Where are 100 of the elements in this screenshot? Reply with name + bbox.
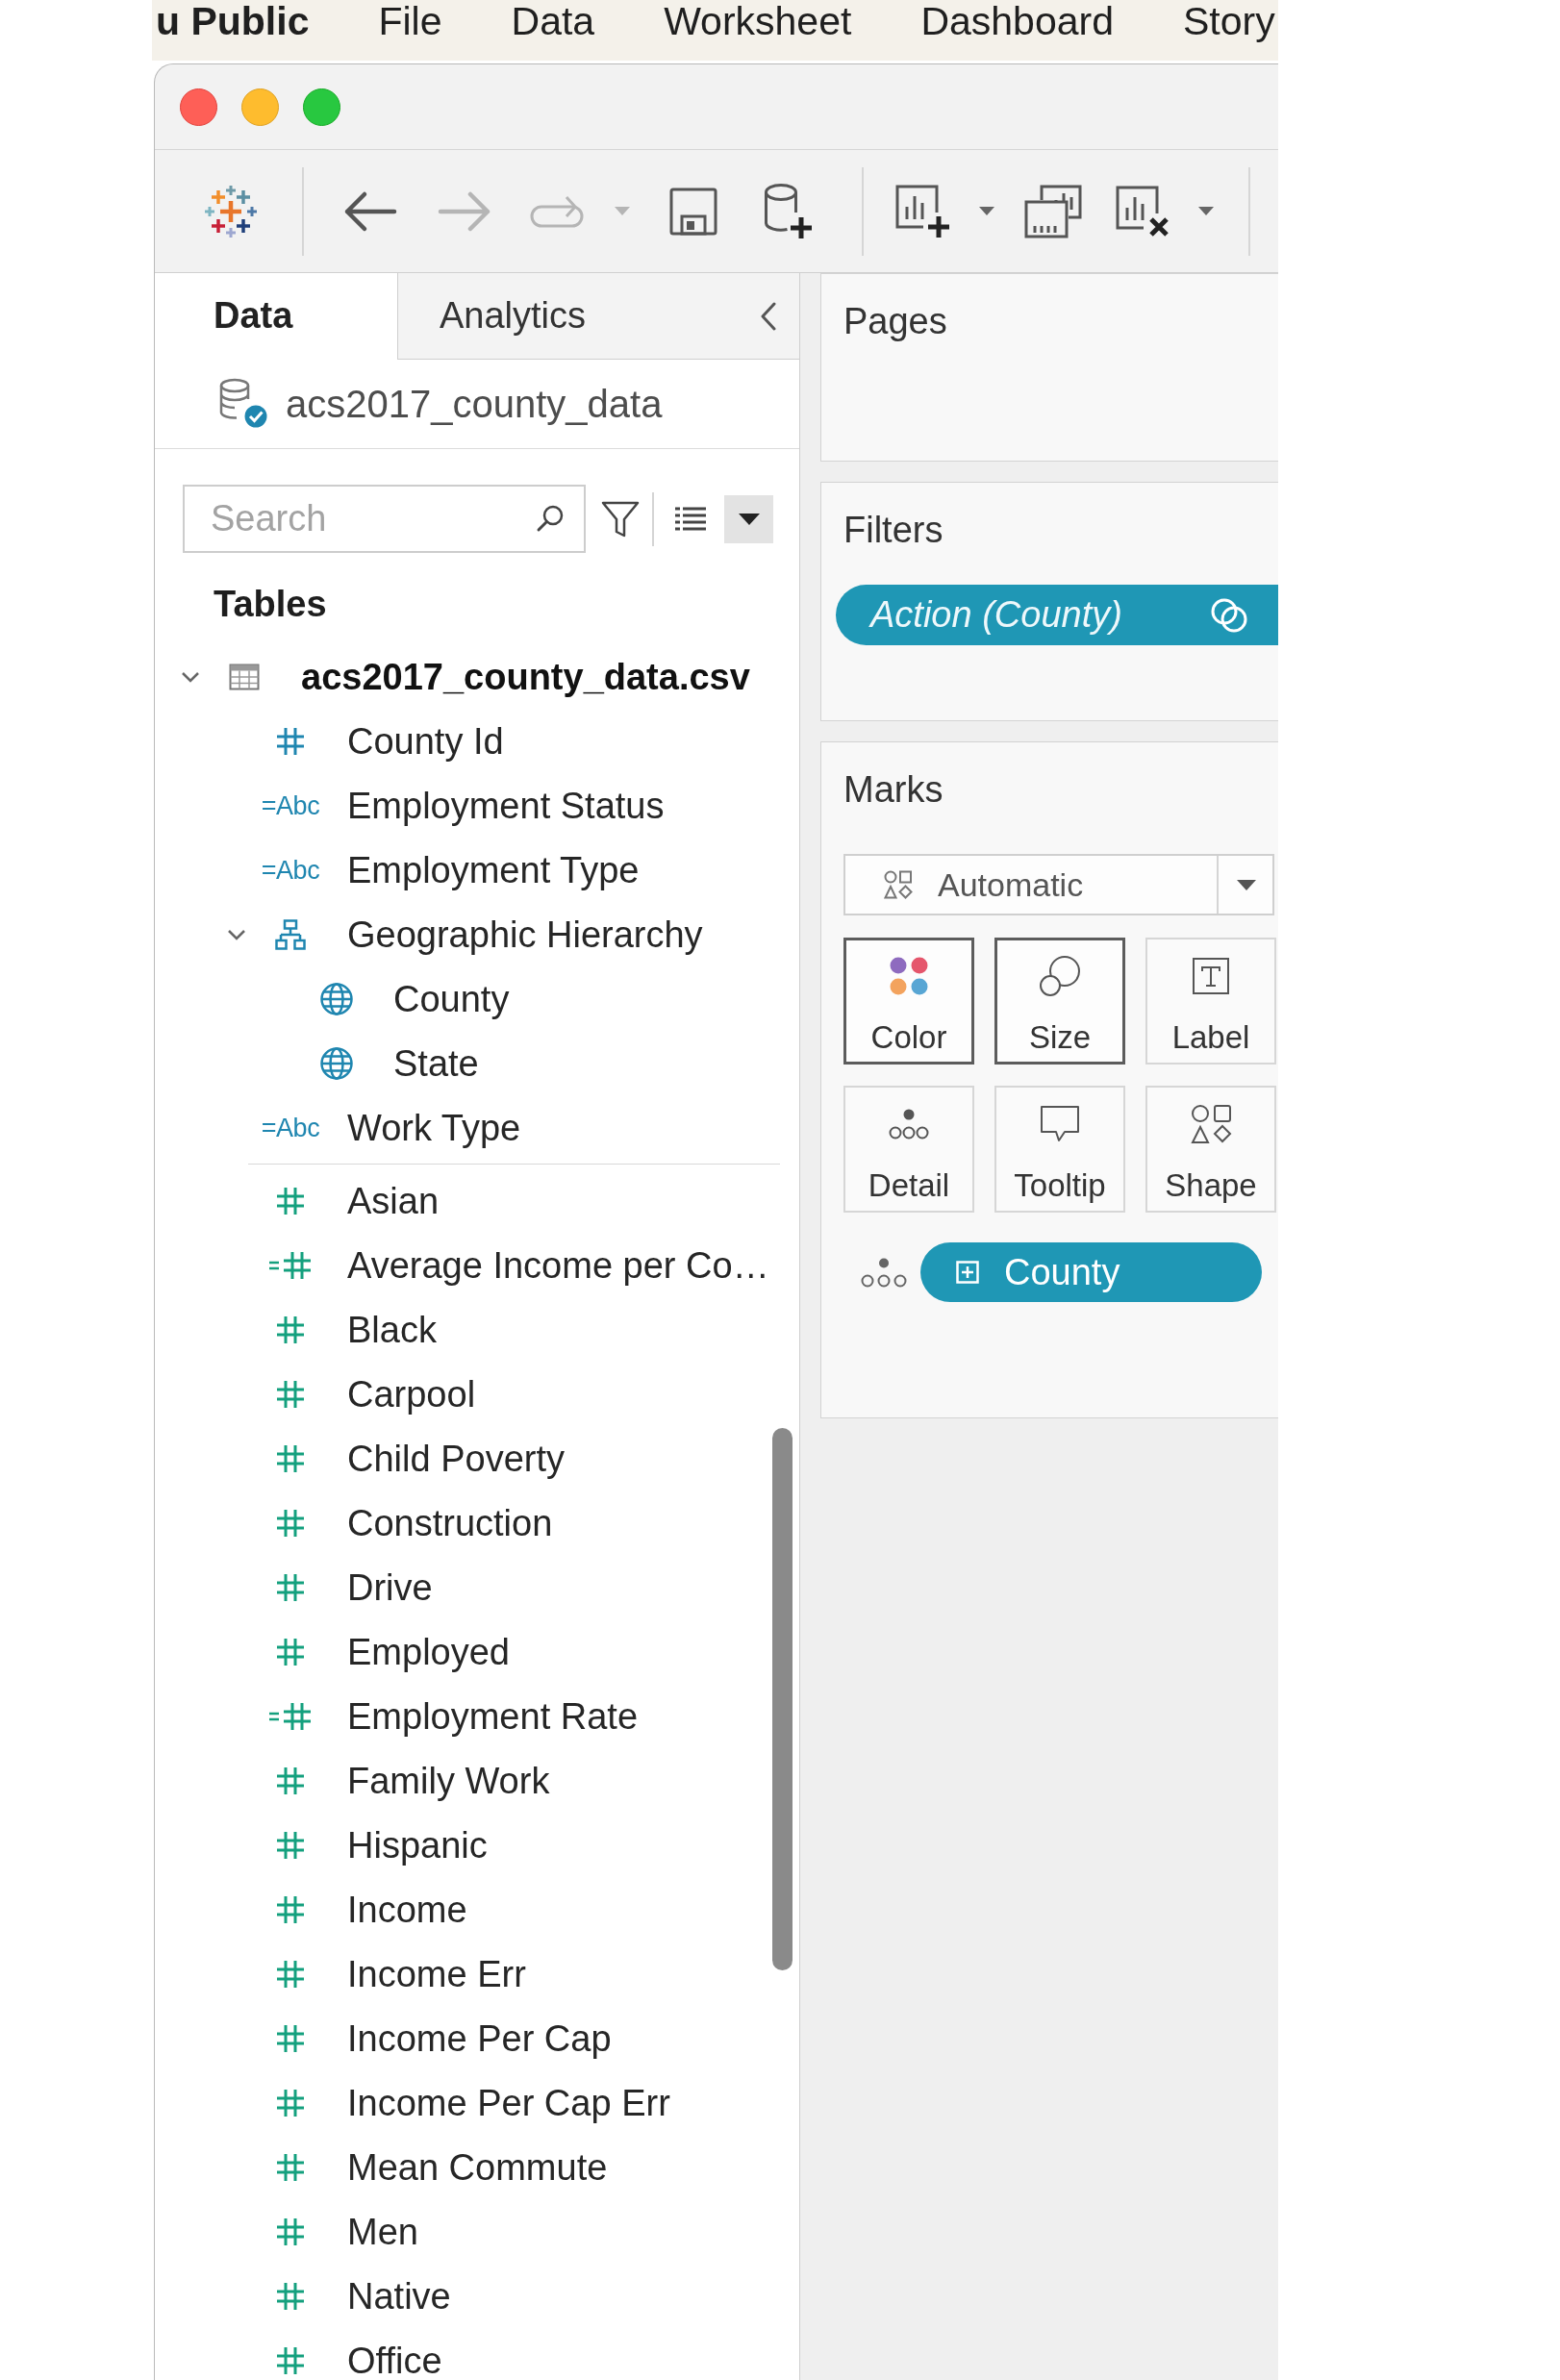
field-name[interactable]: Income Per Cap (347, 2019, 612, 2057)
app-logo-icon[interactable] (204, 184, 258, 238)
search-icon (536, 504, 565, 533)
field-name[interactable]: Geographic Hierarchy (347, 915, 703, 953)
type-label: =Abc (261, 1113, 320, 1142)
equals-hash-icon (269, 1701, 312, 1731)
field-name[interactable]: Income Per Cap Err (347, 2084, 670, 2121)
encoding-button[interactable]: Tooltip (994, 1086, 1125, 1213)
shapes-icon (884, 870, 913, 899)
funnel-icon[interactable] (601, 499, 640, 539)
globe-icon (320, 982, 353, 1015)
hash-icon (276, 1508, 305, 1538)
datasource-name[interactable]: acs2017_county_data (286, 382, 663, 426)
chart-x-icon[interactable] (1115, 184, 1170, 238)
section-heading: Tables (213, 583, 328, 626)
field-name[interactable]: Hispanic (347, 1826, 488, 1864)
field-name[interactable]: Employed (347, 1633, 510, 1670)
field-name[interactable]: Mean Commute (347, 2148, 608, 2186)
hash-icon (276, 1830, 305, 1860)
caret-icon (1237, 879, 1256, 890)
database-plus-icon[interactable] (764, 183, 812, 239)
shelf-title: Filters (843, 509, 944, 551)
detail-dots-icon (861, 1257, 907, 1288)
equals-hash-icon (269, 1250, 312, 1280)
hash-icon (276, 2023, 305, 2053)
hash-icon (276, 2345, 305, 2375)
field-name[interactable]: Drive (347, 1568, 433, 1606)
hash-icon (276, 2281, 305, 2311)
search-field[interactable]: Search (183, 485, 586, 553)
back-arrow-icon[interactable] (343, 189, 397, 233)
mark-type-dropdown[interactable]: Automatic (843, 854, 1274, 915)
field-name[interactable]: Income Err (347, 1955, 526, 1992)
field-name[interactable]: Income (347, 1891, 467, 1928)
field-name[interactable]: Men (347, 2213, 418, 2250)
app-menu[interactable]: u Public (156, 0, 310, 43)
field-name[interactable]: Family Work (347, 1762, 550, 1799)
collapse-chevron-icon[interactable] (760, 302, 777, 331)
field-name[interactable]: Employment Rate (347, 1697, 638, 1735)
list-view-icon[interactable] (675, 506, 706, 532)
hash-icon (276, 1959, 305, 1989)
encoding-button[interactable]: Color (843, 938, 974, 1065)
color-dots-icon (890, 957, 928, 995)
caret-icon (738, 513, 760, 525)
circles-size-icon (1039, 955, 1081, 997)
encoding-button[interactable]: Size (994, 938, 1125, 1065)
field-name[interactable]: Office (347, 2342, 442, 2379)
expand-caret-icon[interactable] (181, 671, 200, 683)
hierarchy-icon (275, 918, 306, 950)
encoding-button[interactable]: Detail (843, 1086, 974, 1213)
hash-icon (276, 1379, 305, 1409)
hash-icon (276, 1766, 305, 1795)
tab[interactable]: Analytics (397, 273, 799, 360)
menu-item[interactable]: Data (511, 0, 595, 43)
shelf-title: Pages (843, 300, 948, 342)
field-name[interactable]: Construction (347, 1504, 553, 1541)
save-icon[interactable] (669, 187, 717, 236)
field-name[interactable]: County Id (347, 722, 504, 760)
speech-bubble-icon (1040, 1105, 1080, 1143)
hash-icon (276, 2088, 305, 2117)
stacked-charts-icon[interactable] (1024, 184, 1082, 238)
hash-icon (276, 1894, 305, 1924)
shapes-icon (1190, 1103, 1232, 1145)
field-name[interactable]: County (393, 980, 510, 1017)
field-name[interactable]: Asian (347, 1182, 440, 1219)
type-label: =Abc (261, 790, 320, 820)
hash-icon (276, 1637, 305, 1666)
hash-icon (276, 1572, 305, 1602)
window-close-icon[interactable] (180, 88, 217, 126)
text-box-icon (1192, 957, 1230, 995)
encoding-button[interactable]: Shape (1145, 1086, 1276, 1213)
chart-plus-icon[interactable] (894, 183, 952, 239)
scrollbar-thumb[interactable] (772, 1428, 793, 1970)
menu-item[interactable]: Worksheet (664, 0, 852, 43)
caret-icon[interactable] (1198, 207, 1214, 215)
field-name[interactable]: Child Poverty (347, 1440, 565, 1477)
field-name[interactable]: Work Type (347, 1109, 521, 1146)
hash-icon (276, 1443, 305, 1473)
field-name[interactable]: Average Income per Co… (347, 1246, 769, 1284)
field-name[interactable]: Carpool (347, 1375, 476, 1413)
menu-item[interactable]: File (378, 0, 442, 43)
hash-icon (276, 2217, 305, 2246)
menu-item[interactable]: Story (1182, 0, 1275, 43)
caret-icon[interactable] (979, 207, 994, 215)
field-name[interactable]: Native (347, 2277, 451, 2315)
field-name[interactable]: Employment Status (347, 787, 665, 824)
hash-icon (276, 1186, 305, 1215)
type-label: =Abc (261, 855, 320, 885)
plus-box-icon (956, 1261, 979, 1284)
globe-icon (320, 1046, 353, 1080)
expand-caret-icon[interactable] (227, 928, 246, 940)
field-name[interactable]: State (393, 1044, 479, 1082)
field-name[interactable]: Employment Type (347, 851, 640, 889)
hash-icon (276, 2152, 305, 2182)
table-name[interactable]: acs2017_county_data.csv (301, 659, 750, 695)
field-name[interactable]: Black (347, 1311, 437, 1348)
hash-icon (276, 726, 305, 756)
encoding-button[interactable]: Label (1145, 938, 1276, 1065)
menu-item[interactable]: Dashboard (920, 0, 1114, 43)
database-check-icon (217, 378, 269, 430)
dropdown-button[interactable] (724, 494, 773, 543)
